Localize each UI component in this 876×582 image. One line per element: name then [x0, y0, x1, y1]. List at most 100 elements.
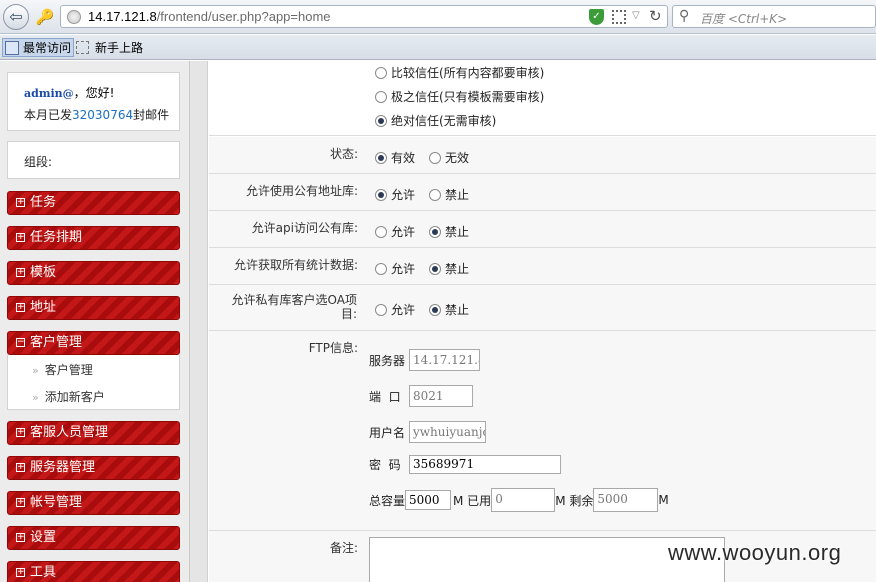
radio-button[interactable] [375, 90, 387, 103]
ftp-username-label: 用户名 [369, 425, 406, 440]
public-library-deny-option[interactable]: 禁止 [429, 186, 469, 203]
ftp-used-input[interactable]: 0 [491, 488, 556, 512]
oa-project-allow-option[interactable]: 允许 [375, 301, 415, 318]
collapse-icon: − [16, 337, 25, 347]
radio-button[interactable] [429, 151, 442, 164]
trust-option-1[interactable]: 比较信任(所有内容都要审核) [375, 64, 544, 81]
ftp-info-row: FTP信息: 服务器 14.17.121.8 端 口 8021 用户名 ywhu… [209, 331, 876, 531]
search-icon: ⚲ [679, 8, 690, 24]
bookmark-getting-started[interactable]: 新手上路 [76, 38, 143, 57]
menu-item-support-staff[interactable]: + 客服人员管理 [7, 421, 180, 445]
ftp-capacity-field: 总容量 5000 M 已用 0 M 剩余 5000 M [369, 488, 669, 512]
status-row: 状态: 有效 无效 [209, 137, 876, 174]
expand-icon: + [16, 232, 25, 242]
public-library-row: 允许使用公有地址库: 允许 禁止 [209, 174, 876, 211]
url-text[interactable]: 14.17.121.8/frontend/user.php?app=home [88, 9, 331, 24]
expand-icon: + [16, 462, 25, 472]
oa-project-row: 允许私有库客户选OA项目: 允许 禁止 [209, 285, 876, 331]
radio-button[interactable] [375, 303, 387, 316]
shield-icon[interactable]: ✓ [589, 9, 604, 25]
menu-item-accounts[interactable]: + 帐号管理 [7, 491, 180, 515]
ftp-password-label: 密 码 [369, 458, 401, 472]
globe-icon [67, 10, 81, 24]
ftp-capacity-input[interactable]: 5000 [405, 490, 452, 510]
radio-button-selected[interactable] [375, 188, 387, 201]
group-box: 组段: [7, 141, 180, 179]
sent-count: 32030764 [72, 108, 134, 122]
trust-option-2[interactable]: 极之信任(只有模板需要审核) [375, 88, 544, 105]
expand-icon: + [16, 267, 25, 277]
radio-button-selected[interactable] [429, 262, 442, 275]
oa-project-deny-option[interactable]: 禁止 [429, 301, 469, 318]
greeting-text: ，您好! [73, 86, 115, 100]
menu-item-templates[interactable]: + 模板 [7, 261, 180, 285]
menu-item-tools[interactable]: + 工具 [7, 561, 180, 582]
statistics-label: 允许获取所有统计数据: [233, 258, 358, 272]
dotted-page-icon [76, 41, 89, 54]
menu-item-customers[interactable]: − 客户管理 [7, 331, 180, 355]
dropdown-arrow-icon[interactable]: ▽ [632, 10, 640, 21]
menu-item-settings[interactable]: + 设置 [7, 526, 180, 550]
radio-button-selected[interactable] [375, 114, 387, 127]
public-library-allow-option[interactable]: 允许 [375, 186, 415, 203]
radio-button-selected[interactable] [429, 303, 442, 316]
api-access-deny-option[interactable]: 禁止 [429, 223, 469, 240]
back-arrow-icon[interactable]: ⇦ [3, 4, 29, 30]
ftp-remaining-label: M 剩余 [555, 493, 594, 508]
qr-code-icon[interactable] [612, 10, 626, 24]
double-chevron-icon: » [32, 364, 39, 377]
ftp-username-input[interactable]: ywhuiyuanjc [409, 421, 486, 443]
ftp-used-label: M 已用 [453, 493, 492, 508]
ftp-port-input[interactable]: 8021 [409, 385, 473, 407]
ftp-remaining-input[interactable]: 5000 [593, 488, 659, 512]
bookmark-most-visited[interactable]: 最常访问 [2, 38, 75, 57]
menu-item-tasks[interactable]: + 任务 [7, 191, 180, 215]
ftp-password-input[interactable]: 35689971 [409, 455, 561, 474]
statistics-deny-option[interactable]: 禁止 [429, 260, 469, 277]
radio-button-selected[interactable] [375, 151, 387, 164]
expand-icon: + [16, 302, 25, 312]
menu-item-addresses[interactable]: + 地址 [7, 296, 180, 320]
ftp-username-field: 用户名 ywhuiyuanjc [369, 421, 486, 443]
ftp-server-input[interactable]: 14.17.121.8 [409, 349, 480, 371]
menu-item-task-schedule[interactable]: + 任务排期 [7, 226, 180, 250]
notes-label: 备注: [329, 541, 358, 555]
submenu-item-add-customer[interactable]: » 添加新客户 [32, 388, 105, 405]
radio-button-selected[interactable] [429, 225, 442, 238]
user-info-box: admin@，您好! 本月已发32030764封邮件 [7, 72, 180, 131]
radio-button[interactable] [375, 225, 387, 238]
trust-option-3[interactable]: 绝对信任(无需审核) [375, 112, 496, 129]
radio-button[interactable] [375, 262, 387, 275]
status-valid-option[interactable]: 有效 [375, 149, 415, 166]
api-access-row: 允许api访问公有库: 允许 禁止 [209, 211, 876, 248]
status-invalid-option[interactable]: 无效 [429, 149, 469, 166]
ftp-port-field: 端 口 8021 [369, 385, 473, 407]
browser-toolbar: ⇦ 🔑 14.17.121.8/frontend/user.php?app=ho… [0, 0, 876, 34]
submenu-item-customer-management[interactable]: » 客户管理 [32, 361, 93, 378]
address-bar[interactable]: 14.17.121.8/frontend/user.php?app=home ✓… [60, 5, 668, 28]
radio-button[interactable] [429, 188, 442, 201]
public-library-label: 允许使用公有地址库: [245, 184, 358, 198]
ftp-port-label: 端 口 [369, 389, 401, 404]
api-access-label: 允许api访问公有库: [251, 221, 358, 235]
ftp-info-label: FTP信息: [308, 341, 358, 355]
status-label: 状态: [329, 147, 358, 161]
statistics-row: 允许获取所有统计数据: 允许 禁止 [209, 248, 876, 285]
menu-item-servers[interactable]: + 服务器管理 [7, 456, 180, 480]
oa-project-label: 允许私有库客户选OA项目: [231, 293, 357, 321]
expand-icon: + [16, 427, 25, 437]
radio-button[interactable] [375, 66, 387, 79]
statistics-allow-option[interactable]: 允许 [375, 260, 415, 277]
ftp-capacity-label: 总容量 [369, 493, 406, 508]
search-placeholder: 百度 <Ctrl+K> [700, 12, 788, 26]
reload-icon[interactable]: ↻ [649, 7, 662, 25]
search-bar[interactable]: ⚲ 百度 <Ctrl+K> [672, 5, 876, 28]
sent-prefix: 本月已发 [24, 108, 73, 122]
username: admin@ [24, 87, 74, 100]
sidebar-splitter[interactable] [190, 61, 208, 582]
ftp-server-field: 服务器 14.17.121.8 [369, 349, 480, 371]
api-access-allow-option[interactable]: 允许 [375, 223, 415, 240]
page-icon [5, 40, 19, 55]
key-icon[interactable]: 🔑 [35, 7, 55, 27]
user-settings-form: 比较信任(所有内容都要审核) 极之信任(只有模板需要审核) 绝对信任(无需审核)… [209, 61, 876, 582]
